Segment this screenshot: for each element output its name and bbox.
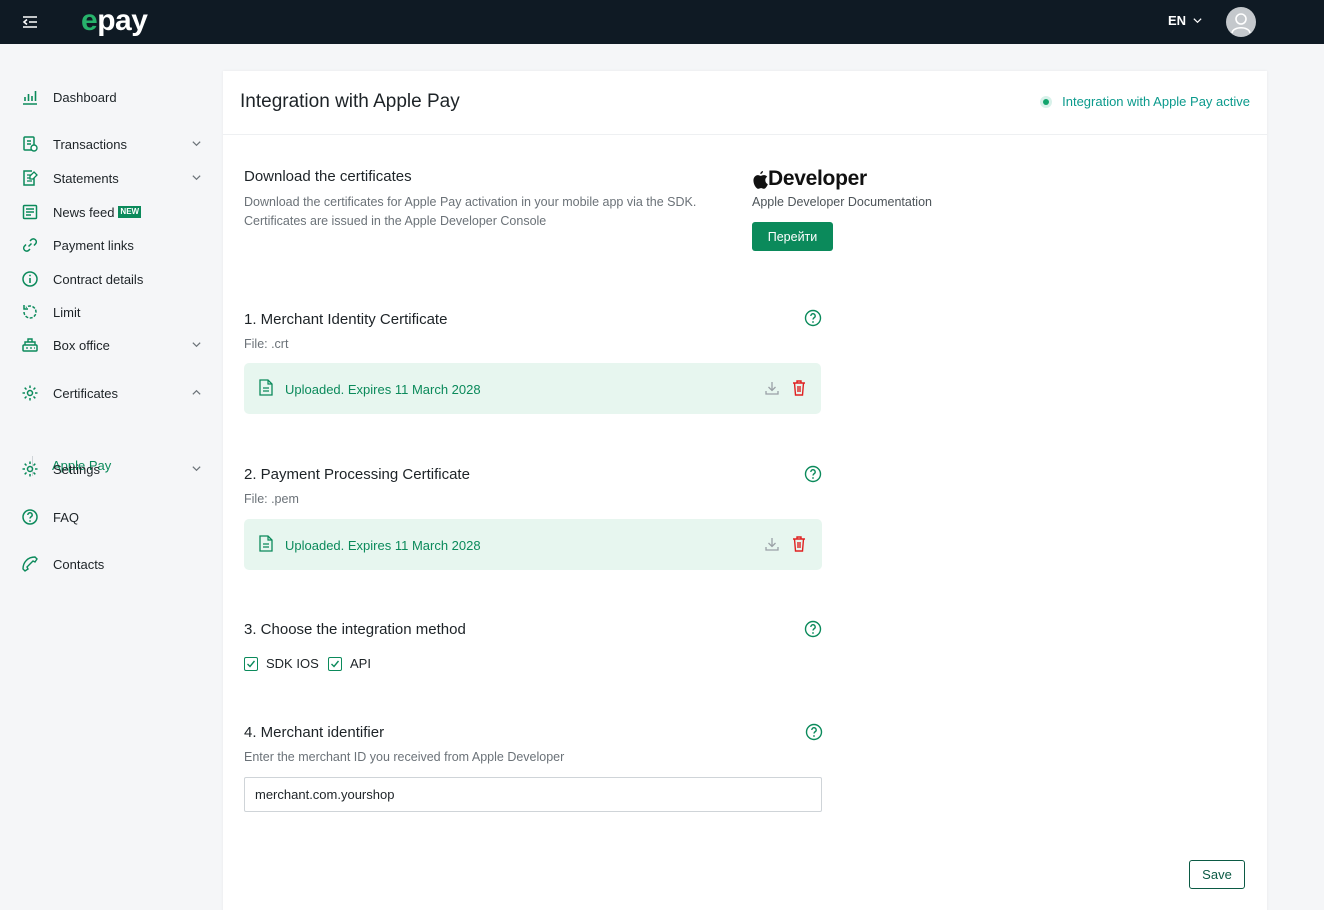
- chevron-up-icon: [192, 389, 201, 395]
- phone-icon: [20, 554, 40, 574]
- cert2-upload-box: Uploaded. Expires 11 March 2028: [244, 519, 822, 570]
- sidebar-item-payment-links[interactable]: Payment links: [20, 234, 208, 256]
- info-icon: [20, 269, 40, 289]
- gear-icon: [20, 459, 40, 479]
- download-description: Download the certificates for Apple Pay …: [244, 195, 697, 228]
- sidebar-item-dashboard[interactable]: Dashboard: [20, 86, 208, 108]
- sidebar-item-statements[interactable]: Statements: [20, 167, 208, 189]
- merchant-id-input[interactable]: [244, 777, 822, 812]
- cert2-file-type: File: .pem: [244, 492, 299, 506]
- cert1-status: Uploaded. Expires 11 March 2028: [285, 382, 481, 397]
- main-card: Integration with Apple Pay Integration w…: [223, 71, 1267, 910]
- download-icon[interactable]: [764, 380, 780, 396]
- language-label: EN: [1168, 13, 1187, 28]
- apple-developer-logo: Developer: [752, 167, 867, 191]
- epay-logo[interactable]: epay: [81, 4, 148, 38]
- chart-icon: [20, 87, 40, 107]
- download-title: Download the certificates: [244, 168, 412, 185]
- cash-register-icon: [20, 335, 40, 355]
- chevron-down-icon: [192, 141, 201, 147]
- card-header: Integration with Apple Pay Integration w…: [223, 71, 1267, 135]
- page-title: Integration with Apple Pay: [240, 91, 460, 112]
- merchant-description: Enter the merchant ID you received from …: [244, 750, 565, 764]
- chevron-down-icon: [1193, 18, 1202, 24]
- method-title: 3. Choose the integration method: [244, 621, 466, 638]
- download-icon[interactable]: [764, 536, 780, 552]
- top-bar: epay EN: [0, 0, 1324, 44]
- language-selector[interactable]: EN: [1168, 13, 1203, 28]
- gear-certificate-icon: [20, 383, 40, 403]
- save-button[interactable]: Save: [1189, 860, 1245, 889]
- sidebar-item-box-office[interactable]: Box office: [20, 334, 208, 356]
- help-icon[interactable]: [804, 309, 822, 327]
- checkbox-checked-icon: [244, 656, 258, 671]
- api-checkbox[interactable]: API: [328, 656, 371, 671]
- cert1-file-type: File: .crt: [244, 337, 289, 351]
- sidebar-item-certificates[interactable]: Certificates: [20, 382, 208, 404]
- cert1-title: 1. Merchant Identity Certificate: [244, 311, 448, 328]
- menu-collapse-icon[interactable]: [20, 12, 40, 32]
- sidebar-item-contract-details[interactable]: Contract details: [20, 268, 208, 290]
- integration-status: Integration with Apple Pay active: [1040, 94, 1250, 109]
- help-icon[interactable]: [804, 620, 822, 638]
- merchant-title: 4. Merchant identifier: [244, 724, 385, 741]
- link-icon: [20, 235, 40, 255]
- chevron-down-icon: [192, 466, 201, 472]
- document-icon: [259, 379, 273, 396]
- developer-doc-label: Apple Developer Documentation: [752, 195, 932, 209]
- chevron-down-icon: [192, 342, 201, 348]
- help-icon[interactable]: [805, 723, 823, 741]
- status-label: Integration with Apple Pay active: [1062, 94, 1250, 109]
- trash-icon[interactable]: [791, 379, 807, 396]
- cert1-upload-box: Uploaded. Expires 11 March 2028: [244, 363, 821, 414]
- cert2-title: 2. Payment Processing Certificate: [244, 466, 470, 483]
- cert2-status: Uploaded. Expires 11 March 2028: [285, 538, 481, 553]
- new-badge: NEW: [118, 206, 142, 218]
- status-dot-icon: [1040, 95, 1053, 108]
- sdk-ios-checkbox[interactable]: SDK IOS: [244, 656, 319, 671]
- document-edit-icon: [20, 168, 40, 188]
- go-to-developer-button[interactable]: Перейти: [752, 222, 833, 251]
- news-icon: [20, 202, 40, 222]
- sidebar-item-faq[interactable]: FAQ: [20, 506, 208, 528]
- user-avatar[interactable]: [1226, 7, 1256, 37]
- help-icon[interactable]: [804, 465, 822, 483]
- sidebar-item-news-feed[interactable]: News feed NEW: [20, 201, 208, 223]
- document-icon: [259, 535, 273, 552]
- sidebar-item-transactions[interactable]: Transactions: [20, 133, 208, 155]
- sidebar-item-limit[interactable]: Limit: [20, 301, 208, 323]
- sidebar: Dashboard Transactions Statements News f…: [0, 44, 222, 910]
- question-icon: [20, 507, 40, 527]
- refresh-limit-icon: [20, 302, 40, 322]
- receipt-icon: [20, 134, 40, 154]
- sidebar-item-settings[interactable]: Settings: [20, 458, 208, 480]
- apple-icon: [753, 170, 768, 189]
- trash-icon[interactable]: [791, 535, 807, 552]
- checkbox-checked-icon: [328, 656, 342, 671]
- chevron-down-icon: [192, 175, 201, 181]
- sidebar-item-contacts[interactable]: Contacts: [20, 553, 208, 575]
